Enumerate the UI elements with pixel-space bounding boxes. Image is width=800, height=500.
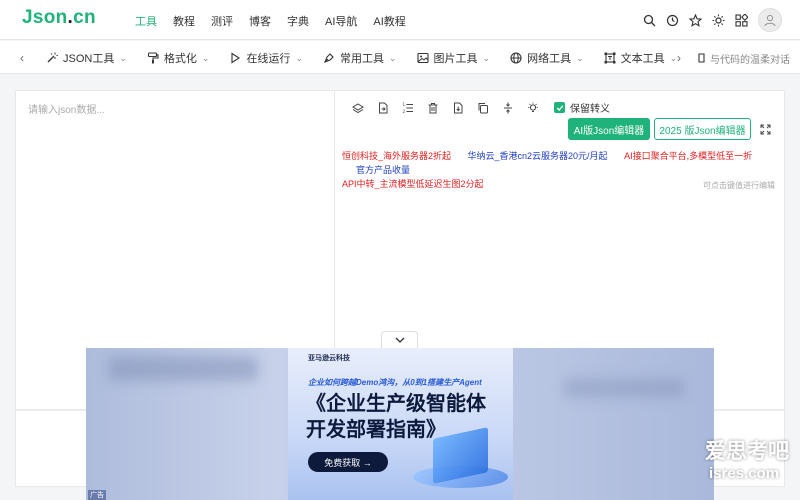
trash-icon[interactable] — [427, 102, 439, 114]
advertisement-banner[interactable]: 亚马逊云科技 企业如何跨越Demo鸿沟，从0到1搭建生产Agent 《企业生产级… — [86, 348, 714, 500]
paint-roller-icon — [147, 52, 159, 64]
scroll-right-icon[interactable]: › — [677, 51, 681, 65]
sponsor-link[interactable]: 华纳云_香港cn2云服务器20元/月起 — [468, 151, 608, 161]
tool-menu-network[interactable]: 网络工具 ⌄ — [510, 50, 584, 66]
star-icon[interactable] — [688, 13, 703, 27]
scroll-left-icon[interactable]: ‹ — [20, 51, 24, 65]
play-icon — [231, 52, 241, 64]
tool-menu-format[interactable]: 格式化 ⌄ — [147, 50, 210, 66]
compress-icon[interactable] — [502, 102, 514, 114]
lightbulb-icon[interactable] — [527, 102, 539, 114]
ad-blurred-background — [564, 378, 684, 398]
site-slogan: 与代码的温柔对话 — [710, 55, 790, 66]
nav-item-tools[interactable]: 工具 — [135, 13, 157, 29]
ad-creative: 亚马逊云科技 企业如何跨越Demo鸿沟，从0到1搭建生产Agent 《企业生产级… — [288, 348, 513, 500]
main-nav: 工具 教程 测评 博客 字典 AI导航 AI教程 — [135, 13, 422, 29]
ai-json-editor-button[interactable]: AI版Json编辑器 — [568, 118, 650, 140]
chevron-down-icon: ⌄ — [201, 52, 210, 63]
keep-escape-checkbox[interactable]: 保留转义 — [554, 100, 610, 115]
nav-item-tutorials[interactable]: 教程 — [173, 13, 195, 29]
nav-item-ai-tutorials[interactable]: AI教程 — [373, 13, 405, 29]
text-frame-icon — [604, 52, 616, 64]
nav-item-reviews[interactable]: 测评 — [211, 13, 233, 29]
ad-label: 广告 — [88, 490, 106, 500]
nav-item-ai-nav[interactable]: AI导航 — [325, 13, 357, 29]
json-editor-2025-button[interactable]: 2025 版Json编辑器 — [654, 118, 751, 140]
sun-icon[interactable] — [712, 14, 725, 27]
history-icon[interactable] — [666, 14, 679, 27]
chevron-down-icon — [395, 337, 404, 343]
ad-subtitle: 企业如何跨越Demo鸿沟，从0到1搭建生产Agent — [308, 378, 482, 387]
chevron-down-icon: ⌄ — [119, 52, 127, 63]
tool-icon-partial — [698, 53, 705, 63]
ad-brand-logo: 亚马逊云科技 — [308, 355, 350, 362]
image-icon — [416, 52, 429, 64]
globe-icon — [510, 52, 522, 64]
tool-category-bar: ‹ JSON工具 ⌄ 格式化 ⌄ 在线运行 ⌄ 常用工具 ⌄ 图片工具 ⌄ 网络工具 ⌄ 文… — [0, 41, 800, 74]
layers-icon[interactable] — [352, 102, 364, 114]
tool-menu-json[interactable]: JSON工具 ⌄ — [46, 50, 127, 66]
ad-collapse-button[interactable] — [381, 331, 418, 348]
chevron-down-icon: ⌄ — [388, 52, 397, 63]
editor-toolbar: 12 保留转义 — [352, 100, 610, 115]
user-icon — [764, 14, 776, 27]
file-export-icon[interactable] — [377, 102, 389, 114]
file-download-icon[interactable] — [452, 102, 464, 114]
ad-blurred-background — [108, 356, 258, 381]
json-input-area[interactable]: 请输入json数据... — [28, 101, 105, 116]
sort-list-icon[interactable]: 12 — [402, 102, 414, 114]
search-icon[interactable] — [643, 14, 656, 27]
user-avatar[interactable] — [758, 8, 782, 32]
checkbox-checked-icon — [554, 102, 565, 113]
sponsor-link[interactable]: AI接口聚合平台,多模型低至一折 — [624, 151, 752, 161]
fullscreen-icon[interactable] — [760, 124, 771, 138]
top-navbar: Json.cn 工具 教程 测评 博客 字典 AI导航 AI教程 — [0, 0, 800, 40]
sponsor-link[interactable]: API中转_主流模型低延迟生图2分起 — [342, 179, 484, 189]
watermark: 爱思考吧 isres.com — [705, 440, 789, 483]
chevron-down-icon: ⌄ — [482, 52, 491, 63]
magic-wand-icon — [47, 52, 58, 63]
site-logo[interactable]: Json.cn — [22, 7, 96, 29]
tool-menu-text[interactable]: 文本工具 ⌄ — [604, 50, 677, 66]
sponsor-link[interactable]: 恒创科技_海外服务器2折起 — [342, 151, 451, 161]
chevron-down-icon: ⌄ — [576, 52, 584, 63]
top-icon-group — [643, 8, 782, 32]
nav-item-blog[interactable]: 博客 — [249, 13, 271, 29]
tool-menu-run[interactable]: 在线运行 ⌄ — [229, 50, 303, 66]
tool-menu-image[interactable]: 图片工具 ⌄ — [416, 50, 491, 66]
pen-tool-icon — [323, 53, 334, 63]
tool-menu-common[interactable]: 常用工具 ⌄ — [323, 50, 397, 66]
nav-item-dictionary[interactable]: 字典 — [287, 13, 309, 29]
svg-text:2: 2 — [403, 109, 406, 114]
apps-grid-icon[interactable] — [735, 12, 749, 27]
sponsor-link[interactable]: 官方产品收量 — [356, 165, 410, 175]
ad-cta-button[interactable]: 免费获取 → — [308, 452, 388, 472]
chevron-down-icon: ⌄ — [295, 52, 303, 63]
copy-icon[interactable] — [477, 102, 489, 114]
edit-hint-text: 可点击键值进行编辑 — [703, 181, 775, 190]
svg-text:1: 1 — [403, 102, 406, 107]
